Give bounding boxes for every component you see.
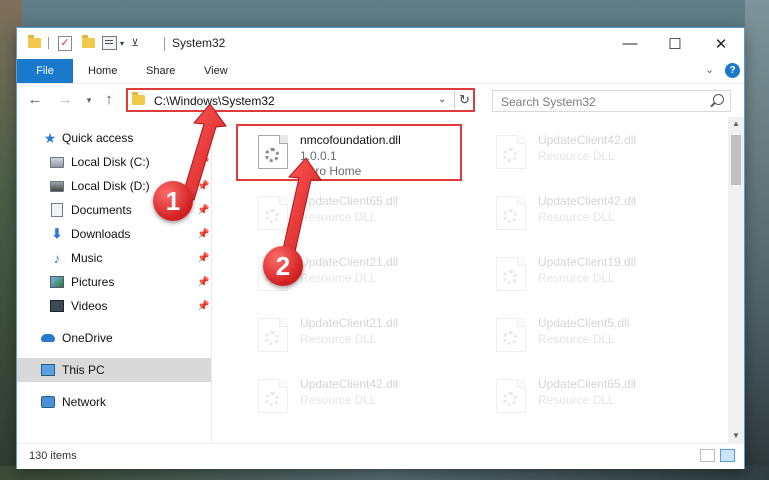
annotation-arrows <box>181 103 322 253</box>
arrow-1-icon <box>181 103 227 201</box>
step-1-marker: 1 <box>153 181 193 221</box>
arrow-2-icon <box>282 157 322 253</box>
step-2-marker: 2 <box>263 246 303 286</box>
